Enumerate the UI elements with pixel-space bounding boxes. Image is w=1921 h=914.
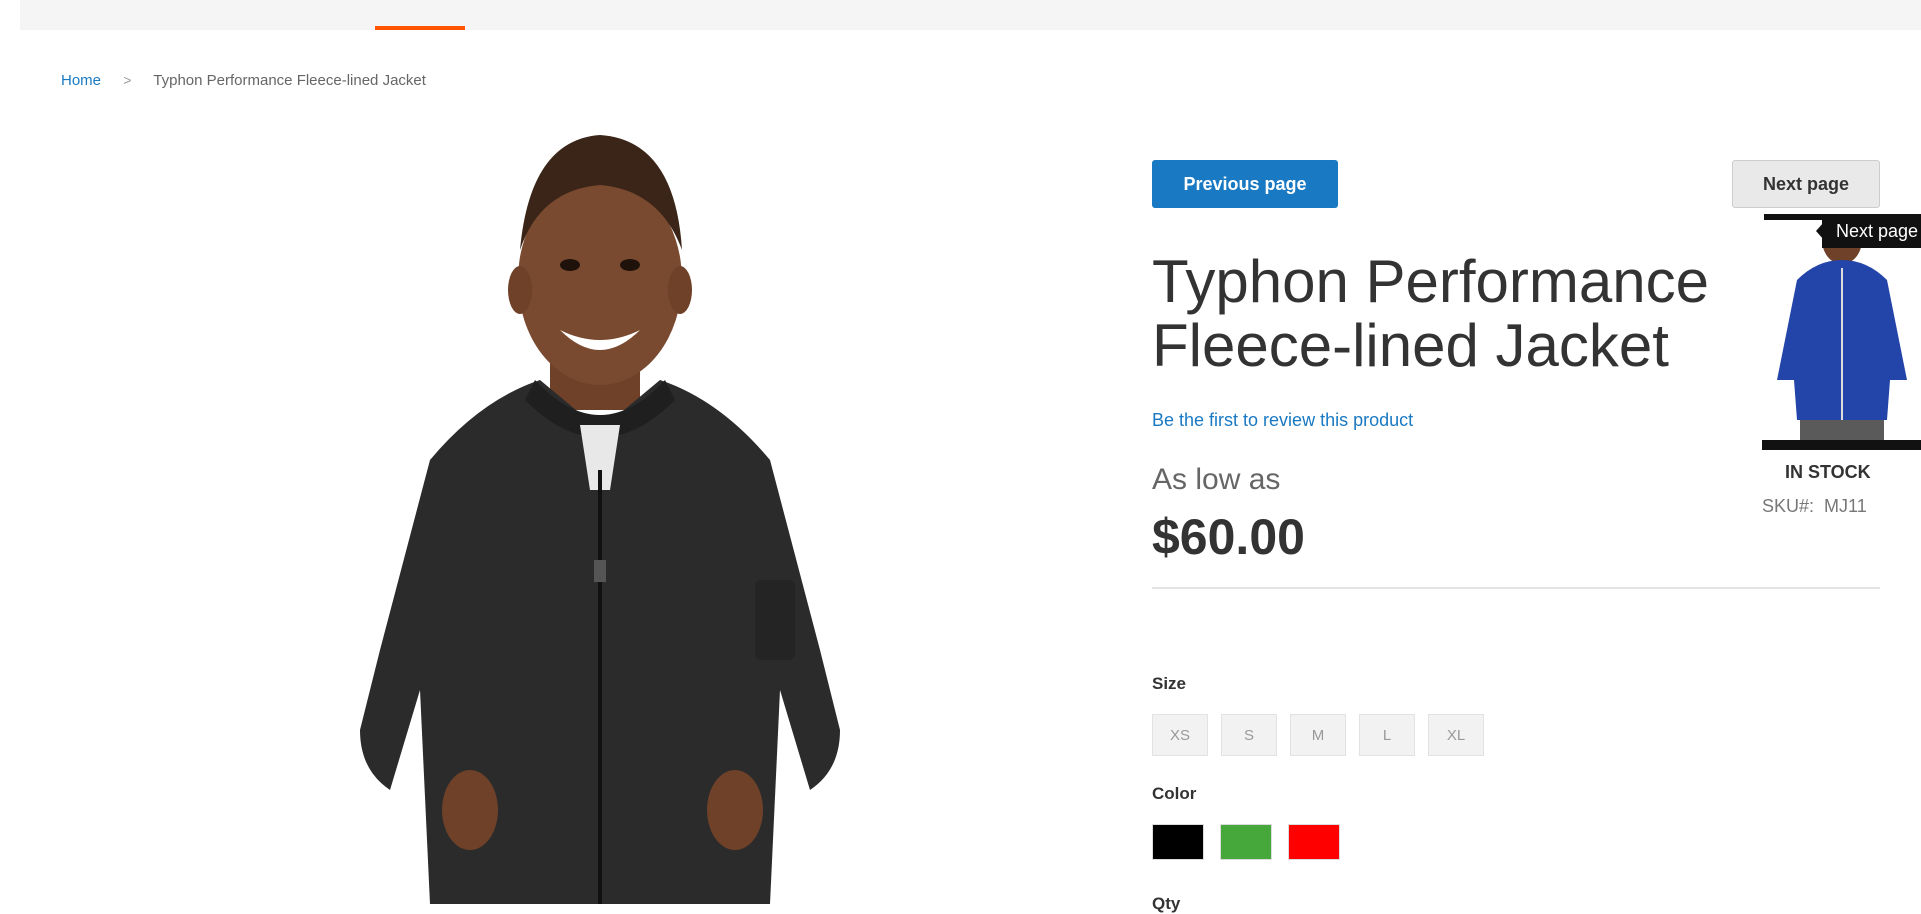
breadcrumb-current: Typhon Performance Fleece-lined Jacket (153, 72, 426, 89)
stock-status: IN STOCK (1785, 462, 1871, 482)
color-swatch-black[interactable] (1152, 824, 1204, 860)
product-title: Typhon Performance Fleece-lined Jacket (1152, 248, 1709, 379)
nav-active-indicator (375, 26, 465, 30)
product-image[interactable] (280, 130, 920, 904)
breadcrumb-home-link[interactable]: Home (61, 72, 101, 89)
breadcrumb: Home > Typhon Performance Fleece-lined J… (61, 72, 426, 89)
sku-line: SKU#: MJ11 (1762, 496, 1867, 517)
sku-value: MJ11 (1824, 496, 1867, 516)
color-swatch-red[interactable] (1288, 824, 1340, 860)
top-navigation (20, 0, 1921, 30)
color-swatch-green[interactable] (1220, 824, 1272, 860)
size-label: Size (1152, 674, 1187, 693)
thumbnail-frame-bottom (1762, 440, 1921, 450)
size-swatch-m[interactable]: M (1290, 714, 1346, 756)
sku-label: SKU#: (1762, 496, 1815, 516)
size-swatch-s[interactable]: S (1221, 714, 1277, 756)
thumbnail-frame-top (1764, 214, 1824, 220)
next-page-tooltip: Next page (1822, 214, 1921, 248)
color-label: Color (1152, 784, 1197, 803)
divider (1152, 587, 1880, 589)
qty-label: Qty (1152, 894, 1181, 913)
size-swatch-xs[interactable]: XS (1152, 714, 1208, 756)
previous-page-button[interactable]: Previous page (1152, 160, 1338, 208)
next-page-button[interactable]: Next page (1732, 160, 1880, 208)
size-swatch-xl[interactable]: XL (1428, 714, 1484, 756)
breadcrumb-separator: > (123, 72, 132, 88)
next-product-thumbnail[interactable] (1762, 220, 1921, 452)
price-prefix: As low as (1152, 463, 1281, 496)
size-swatch-l[interactable]: L (1359, 714, 1415, 756)
review-link[interactable]: Be the first to review this product (1152, 410, 1413, 431)
product-price: $60.00 (1152, 509, 1305, 565)
